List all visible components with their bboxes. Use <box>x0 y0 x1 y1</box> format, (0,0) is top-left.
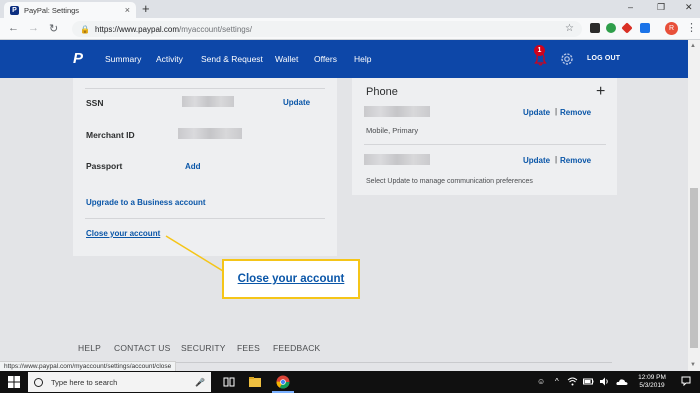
communication-note: Select Update to manage communication pr… <box>366 178 533 185</box>
redacted-merchant-id <box>178 128 242 139</box>
extension-icon[interactable] <box>640 23 650 33</box>
separator: | <box>555 155 558 164</box>
reload-icon[interactable]: ↻ <box>49 22 58 35</box>
nav-wallet[interactable]: Wallet <box>275 54 298 64</box>
new-tab-button[interactable]: + <box>142 2 150 16</box>
clock-date: 5/3/2019 <box>639 382 665 389</box>
paypal-logo-icon[interactable]: P <box>73 50 87 67</box>
tray-chevron-icon[interactable]: ^ <box>555 377 559 386</box>
scroll-down-icon[interactable]: ▼ <box>690 362 696 368</box>
merchant-id-label: Merchant ID <box>86 130 135 140</box>
system-clock[interactable]: 12:09 PM 5/3/2019 <box>632 374 672 390</box>
divider <box>85 88 325 89</box>
url-path: /myaccount/settings/ <box>179 24 252 34</box>
browser-tab-strip: P PayPal: Settings × + – ❐ ✕ <box>0 0 700 18</box>
scroll-up-icon[interactable]: ▲ <box>690 43 696 49</box>
window-close-icon[interactable]: ✕ <box>685 2 693 13</box>
ssn-label: SSN <box>86 98 104 108</box>
url-host: https://www.paypal.com <box>94 24 180 34</box>
paypal-favicon-icon: P <box>10 5 19 15</box>
upgrade-business-link[interactable]: Upgrade to a Business account <box>86 198 206 207</box>
chrome-icon[interactable] <box>276 375 290 389</box>
onedrive-icon[interactable] <box>616 376 628 387</box>
paypal-header: P Summary Activity Send & Request Wallet… <box>0 40 700 78</box>
phone1-remove-link[interactable]: Remove <box>560 108 591 117</box>
volume-icon[interactable] <box>599 376 610 387</box>
separator: | <box>555 107 558 116</box>
cortana-icon <box>34 377 43 387</box>
maximize-icon[interactable]: ❐ <box>657 2 665 13</box>
footer-help-link[interactable]: HELP <box>78 343 101 353</box>
footer-contact-link[interactable]: CONTACT US <box>114 343 170 353</box>
nav-activity[interactable]: Activity <box>156 54 183 64</box>
tab-title: PayPal: Settings <box>24 5 80 15</box>
divider <box>85 218 325 219</box>
notification-badge: 1 <box>534 45 545 56</box>
windows-start-icon[interactable] <box>8 376 20 388</box>
taskbar-search[interactable]: Type here to search 🎤 <box>28 372 211 392</box>
nav-summary[interactable]: Summary <box>105 54 141 64</box>
footer-security-link[interactable]: SECURITY <box>181 343 226 353</box>
extension-icon[interactable] <box>606 23 616 33</box>
phone1-update-link[interactable]: Update <box>523 108 550 117</box>
profile-avatar[interactable]: R <box>665 22 678 35</box>
extension-icon[interactable] <box>590 23 600 33</box>
redacted-ssn <box>182 96 234 107</box>
task-view-icon[interactable] <box>222 375 236 389</box>
clock-time: 12:09 PM <box>638 374 666 381</box>
forward-icon[interactable]: → <box>28 22 39 34</box>
divider <box>364 144 606 145</box>
address-bar[interactable]: 🔒 https://www.paypal.com /myaccount/sett… <box>72 21 582 37</box>
scrollbar-thumb[interactable] <box>690 188 698 348</box>
footer-fees-link[interactable]: FEES <box>237 343 260 353</box>
phone1-type: Mobile, Primary <box>366 126 419 135</box>
nav-help[interactable]: Help <box>354 54 371 64</box>
phone-title: Phone <box>366 86 398 98</box>
close-account-callout: Close your account <box>222 259 360 299</box>
add-phone-icon[interactable]: + <box>596 84 605 100</box>
phone2-update-link[interactable]: Update <box>523 156 550 165</box>
browser-toolbar: ← → ↻ 🔒 https://www.paypal.com /myaccoun… <box>0 18 700 40</box>
logout-button[interactable]: LOG OUT <box>587 55 620 62</box>
nav-offers[interactable]: Offers <box>314 54 337 64</box>
bookmark-star-icon[interactable]: ☆ <box>565 23 574 34</box>
back-icon[interactable]: ← <box>8 22 19 34</box>
redacted-phone-1 <box>364 106 430 117</box>
search-placeholder: Type here to search <box>51 377 118 387</box>
close-account-link[interactable]: Close your account <box>86 229 160 238</box>
file-explorer-icon[interactable] <box>248 375 262 389</box>
passport-add-link[interactable]: Add <box>185 162 201 171</box>
browser-menu-icon[interactable]: ⋮ <box>686 21 697 34</box>
phone-card: Phone + Update | Remove Mobile, Primary … <box>352 78 617 195</box>
battery-icon[interactable] <box>583 376 594 387</box>
windows-taskbar: Type here to search 🎤 ☺ ^ 12:09 PM 5/3/2… <box>0 371 700 393</box>
extension-icon[interactable] <box>621 22 633 34</box>
account-options-card: SSN Update Merchant ID Passport Add Upgr… <box>73 78 337 256</box>
settings-gear-icon[interactable] <box>559 51 575 67</box>
nav-send-request[interactable]: Send & Request <box>201 54 263 64</box>
lock-icon: 🔒 <box>80 24 90 34</box>
minimize-icon[interactable]: – <box>628 2 633 12</box>
tab-close-icon[interactable]: × <box>125 5 130 15</box>
redacted-phone-2 <box>364 154 430 165</box>
microphone-icon[interactable]: 🎤 <box>195 378 205 387</box>
phone2-remove-link[interactable]: Remove <box>560 156 591 165</box>
browser-tab[interactable]: P PayPal: Settings × <box>4 2 136 18</box>
ssn-update-link[interactable]: Update <box>283 98 310 107</box>
people-icon[interactable]: ☺ <box>537 377 545 386</box>
action-center-icon[interactable] <box>681 376 691 386</box>
callout-text: Close your account <box>237 273 345 285</box>
footer-feedback-link[interactable]: FEEDBACK <box>273 343 320 353</box>
network-icon[interactable] <box>567 376 578 387</box>
passport-label: Passport <box>86 161 123 171</box>
